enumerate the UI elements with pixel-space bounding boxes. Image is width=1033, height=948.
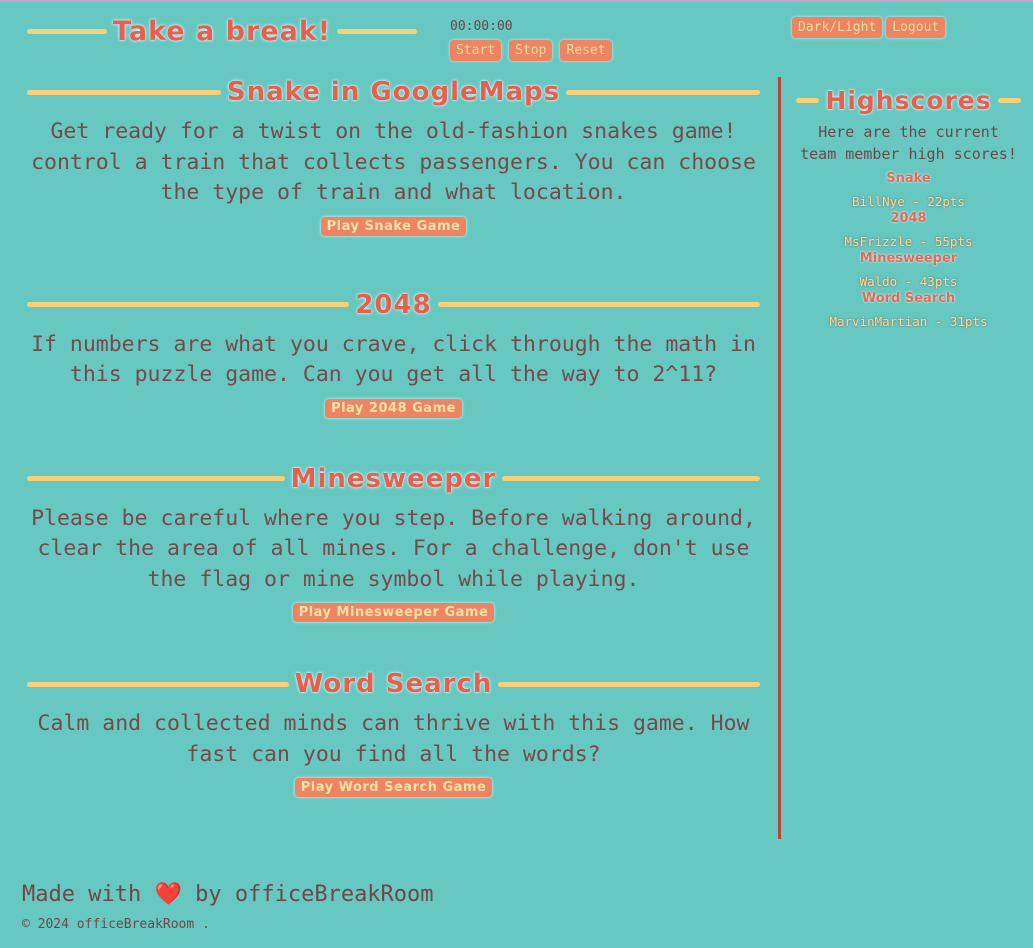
section-rule	[27, 476, 285, 481]
page-title: Take a break!	[112, 16, 332, 47]
section-rule	[566, 89, 761, 95]
highscore-game-label: Word Search	[861, 291, 956, 306]
footer: Made with ❤️ by officeBreakRoom © 2024 o…	[22, 882, 434, 932]
highscore-game-label: Minesweeper	[859, 251, 958, 266]
stop-button[interactable]: Stop	[509, 40, 553, 61]
timer-controls: Start Stop Reset	[450, 40, 612, 61]
play-word-search-button[interactable]: Play Word Search Game	[294, 778, 493, 797]
made-with-line: Made with ❤️ by officeBreakRoom	[22, 882, 434, 907]
play-minesweeper-button[interactable]: Play Minesweeper Game	[292, 603, 495, 622]
highscore-entry: Waldo - 43pts	[859, 274, 958, 289]
game-description: Please be careful where you step. Before…	[31, 505, 756, 592]
highscore-entry: MarvinMartian - 31pts	[829, 314, 988, 329]
game-title: Snake in GoogleMaps	[226, 77, 561, 107]
highscore-entry: BillNye - 22pts	[852, 194, 965, 209]
heart-icon: ❤️	[154, 882, 182, 907]
top-controls: Dark/Light Logout	[792, 17, 946, 38]
game-section-2048: 2048 If numbers are what you crave, clic…	[27, 290, 760, 418]
highscores-rule-left	[796, 98, 820, 103]
vertical-divider	[778, 77, 781, 839]
highscores-panel: Highscores Here are the current team mem…	[796, 86, 1022, 329]
start-button[interactable]: Start	[450, 40, 502, 61]
game-description: Get ready for a twist on the old-fashion…	[31, 119, 756, 205]
title-rule-right	[337, 29, 418, 34]
play-2048-button[interactable]: Play 2048 Game	[325, 398, 462, 418]
reset-button[interactable]: Reset	[560, 40, 612, 61]
highscore-game-label: 2048	[890, 211, 927, 226]
logout-button[interactable]: Logout	[886, 17, 946, 38]
section-rule	[437, 302, 760, 307]
section-rule	[27, 302, 350, 307]
game-description: Calm and collected minds can thrive with…	[37, 711, 750, 767]
play-snake-button[interactable]: Play Snake Game	[320, 216, 467, 236]
games-list: Snake in GoogleMaps Get ready for a twis…	[27, 77, 761, 797]
section-rule	[498, 681, 760, 687]
game-description: If numbers are what you crave, click thr…	[31, 331, 756, 388]
section-rule	[27, 681, 289, 687]
game-title: Word Search	[294, 669, 493, 699]
made-with-suffix: by officeBreakRoom	[195, 882, 434, 907]
section-rule	[502, 476, 761, 481]
timer-display: 00:00:00	[450, 19, 513, 34]
highscore-game-label: Snake	[886, 171, 931, 186]
highscores-rule-right	[997, 98, 1022, 103]
highscores-intro: Here are the current team member high sc…	[800, 123, 1017, 163]
title-rule-left	[27, 29, 107, 34]
game-section-snake: Snake in GoogleMaps Get ready for a twis…	[27, 77, 761, 236]
game-section-minesweeper: Minesweeper Please be careful where you …	[27, 463, 761, 622]
theme-toggle-button[interactable]: Dark/Light	[792, 17, 883, 38]
game-section-word-search: Word Search Calm and collected minds can…	[27, 669, 760, 797]
game-title: 2048	[355, 289, 432, 320]
highscores-title: Highscores	[825, 86, 992, 115]
site-title: Take a break!	[27, 16, 418, 47]
section-rule	[27, 89, 221, 95]
game-title: Minesweeper	[290, 463, 497, 494]
made-with-prefix: Made with	[22, 882, 142, 907]
copyright: © 2024 officeBreakRoom .	[22, 917, 210, 932]
highscore-entry: MsFrizzle - 55pts	[844, 234, 973, 249]
